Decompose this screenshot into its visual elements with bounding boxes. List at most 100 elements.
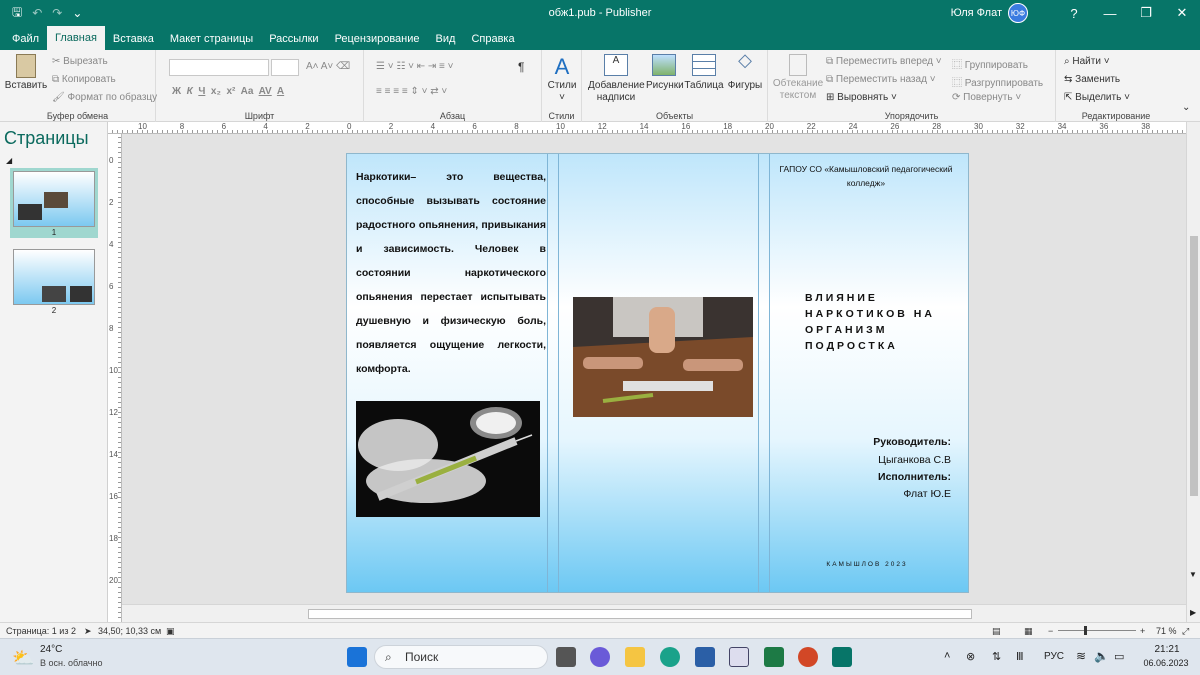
edge-icon[interactable] — [660, 647, 680, 667]
file-explorer-icon[interactable] — [625, 647, 645, 667]
format-painter-button[interactable]: 🖌 Формат по образцу — [52, 92, 157, 103]
shapes-button[interactable]: ◇ Фигуры — [726, 51, 764, 92]
text-box-button[interactable]: A Добавление надписи — [588, 54, 645, 104]
vertical-ruler[interactable]: 0 2 4 6 8 10 12 14 16 18 20 — [108, 134, 122, 622]
sync-icon[interactable]: ⇅ — [992, 650, 1001, 663]
page-thumbnail-2[interactable]: 2 — [10, 246, 98, 316]
user-name[interactable]: Юля Флат — [951, 7, 1002, 19]
save-icon[interactable]: 🖫 — [12, 3, 22, 24]
store-icon[interactable] — [695, 647, 715, 667]
audio-device-icon[interactable]: Ⅲ — [1016, 650, 1024, 663]
italic-button[interactable]: К — [187, 86, 193, 97]
undo-icon[interactable]: ↶ — [32, 6, 42, 20]
table-button[interactable]: Таблица — [684, 54, 724, 92]
pictures-button[interactable]: Рисунки — [646, 54, 684, 92]
taskbar-search[interactable]: ⌕ Поиск — [374, 645, 548, 669]
show-formatting-button[interactable]: ¶ — [518, 60, 524, 74]
page-thumbnail-1[interactable]: 1 — [10, 168, 98, 238]
institution-name[interactable]: ГАПОУ СО «Камышловский педагогический ко… — [771, 162, 961, 190]
bold-button[interactable]: Ж — [172, 86, 181, 97]
find-button[interactable]: ⌕ Найти ˅ — [1064, 56, 1110, 67]
horizontal-scrollbar[interactable] — [122, 604, 1186, 622]
ungroup-button[interactable]: ⿴ Разгруппировать — [952, 74, 1043, 89]
tab-mailings[interactable]: Рассылки — [261, 28, 326, 50]
font-size-combo[interactable] — [271, 59, 299, 76]
publisher-icon[interactable] — [832, 647, 852, 667]
replace-button[interactable]: ⇆ Заменить — [1064, 74, 1120, 85]
refusal-photo[interactable] — [573, 297, 753, 417]
close-button[interactable]: ✕ — [1164, 5, 1200, 21]
copy-button[interactable]: ⧉ Копировать — [52, 74, 116, 85]
align-button[interactable]: ⊞ Выровнять ˅ — [826, 92, 897, 103]
subscript-button[interactable]: x₂ — [211, 86, 221, 97]
tab-view[interactable]: Вид — [428, 28, 464, 50]
drug-definition-text[interactable]: Наркотики– это вещества, способные вызыв… — [356, 165, 546, 381]
change-case-button[interactable]: Aa — [241, 86, 254, 97]
zoom-level[interactable]: 71 % — [1156, 626, 1177, 636]
superscript-button[interactable]: x² — [227, 86, 236, 97]
redo-icon[interactable]: ↷ — [52, 6, 62, 20]
battery-icon[interactable]: ▭ — [1114, 650, 1124, 663]
styles-button[interactable]: A Стили ˅ — [544, 54, 580, 104]
restore-button[interactable]: ❐ — [1128, 5, 1164, 21]
collapse-ribbon-icon[interactable]: ⌄ — [1182, 102, 1190, 113]
task-view-icon[interactable] — [556, 647, 576, 667]
paste-button[interactable]: Вставить — [4, 54, 48, 92]
rotate-button[interactable]: ⟳ Повернуть ˅ — [952, 92, 1021, 103]
grow-font-button[interactable]: A˄ A˅ ⌫ — [306, 61, 350, 72]
quick-access-menu-icon[interactable]: ⌄ — [72, 6, 82, 20]
select-button[interactable]: ⇱ Выделить ˅ — [1064, 92, 1130, 103]
tray-chevron-icon[interactable]: ˄ — [944, 650, 950, 662]
collapse-pane-icon[interactable]: ◢ — [6, 156, 12, 165]
fit-page-icon[interactable]: ⤢ — [1182, 626, 1189, 637]
app-icon[interactable] — [729, 647, 749, 667]
clock-time[interactable]: 21:21 — [1146, 644, 1188, 655]
excel-icon[interactable] — [764, 647, 784, 667]
cut-button[interactable]: ✂ Вырезать — [52, 56, 108, 67]
font-name-combo[interactable] — [169, 59, 269, 76]
weather-status[interactable]: В осн. облачно — [40, 658, 102, 668]
help-button[interactable]: ? — [1056, 6, 1092, 21]
city-year[interactable]: КАМЫШЛОВ 2023 — [807, 561, 927, 568]
weather-temp[interactable]: 24°C — [40, 644, 62, 655]
minimize-button[interactable]: — — [1092, 6, 1128, 21]
clock-date[interactable]: 06.06.2023 — [1136, 658, 1196, 668]
document-page[interactable]: Наркотики– это вещества, способные вызыв… — [346, 153, 969, 593]
page-indicator[interactable]: Страница: 1 из 2 — [6, 626, 76, 636]
tab-review[interactable]: Рецензирование — [327, 28, 428, 50]
wifi-icon[interactable]: ≋ — [1076, 649, 1086, 663]
start-icon[interactable] — [347, 647, 367, 667]
powerpoint-icon[interactable] — [798, 647, 818, 667]
scroll-down-icon[interactable]: ▼ — [1189, 570, 1197, 579]
scroll-right-icon[interactable]: ▶ — [1190, 608, 1196, 617]
single-page-view-icon[interactable]: ▤ — [992, 626, 1001, 637]
zoom-out-button[interactable]: − — [1048, 626, 1053, 636]
tab-file[interactable]: Файл — [4, 28, 47, 50]
zoom-slider-thumb[interactable] — [1084, 626, 1087, 635]
align-buttons[interactable]: ≡ ≡ ≡ ≡ ⇕ ˅ ⇄ ˅ — [376, 86, 447, 97]
horizontal-scroll-thumb[interactable] — [308, 609, 972, 619]
tab-home[interactable]: Главная — [47, 26, 105, 50]
network-alert-icon[interactable]: ⊗ — [966, 650, 975, 663]
tab-insert[interactable]: Вставка — [105, 28, 162, 50]
char-spacing-button[interactable]: AV — [259, 86, 272, 97]
syringe-photo[interactable] — [356, 401, 540, 517]
chat-icon[interactable] — [590, 647, 610, 667]
tab-page-design[interactable]: Макет страницы — [162, 28, 261, 50]
underline-button[interactable]: Ч — [198, 86, 205, 97]
list-buttons[interactable]: ☰ ˅ ☷ ˅ ⇤ ⇥ ≡ ˅ — [376, 61, 454, 72]
weather-icon[interactable]: ⛅ — [12, 648, 34, 669]
wrap-text-button[interactable]: Обтекание текстом — [772, 54, 824, 102]
brochure-title[interactable]: ВЛИЯНИЕ НАРКОТИКОВ НА ОРГАНИЗМ ПОДРОСТКА — [805, 290, 965, 354]
send-backward-button[interactable]: ⧉ Переместить назад ˅ — [826, 74, 936, 85]
avatar[interactable]: ЮФ — [1008, 3, 1028, 23]
group-button[interactable]: ⿴ Группировать — [952, 56, 1028, 71]
zoom-in-button[interactable]: + — [1140, 626, 1145, 636]
horizontal-ruler[interactable]: 10 8 6 4 2 0 2 4 6 8 10 12 14 16 18 20 22 24 26 28 30 32 34 36 3… — [108, 122, 1186, 134]
tab-help[interactable]: Справка — [463, 28, 522, 50]
font-color-button[interactable]: A — [277, 86, 284, 97]
input-language[interactable]: РУС — [1044, 651, 1064, 662]
vertical-scroll-thumb[interactable] — [1190, 236, 1198, 496]
zoom-slider[interactable] — [1058, 630, 1136, 631]
volume-icon[interactable]: 🔈 — [1094, 649, 1109, 663]
